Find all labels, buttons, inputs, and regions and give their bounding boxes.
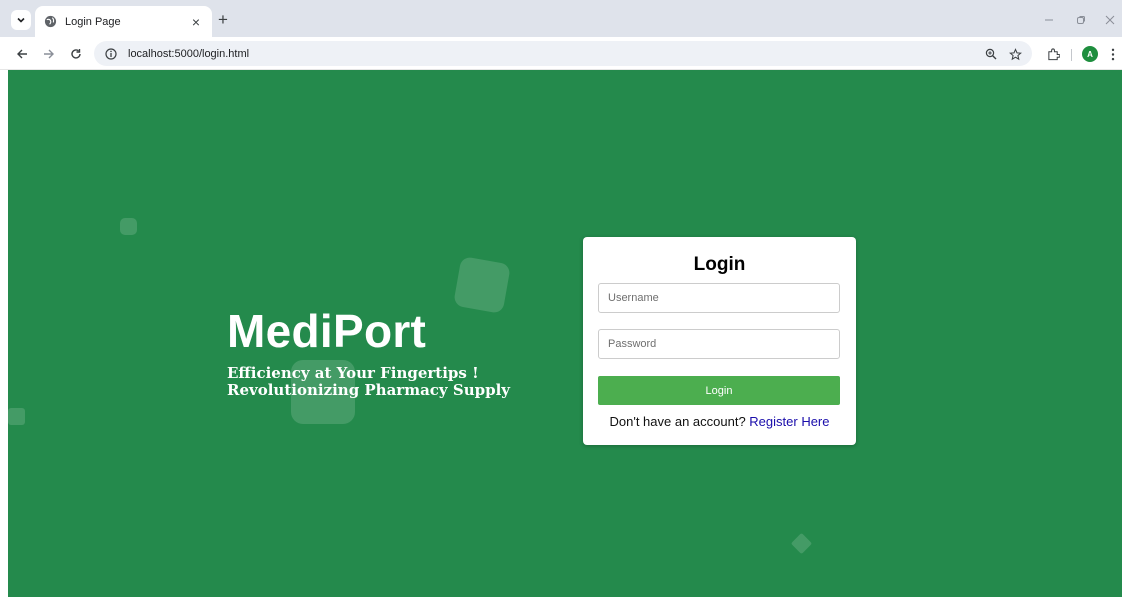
register-prompt: Don't have an account? <box>609 414 750 429</box>
forward-arrow-icon[interactable] <box>39 44 59 64</box>
toolbar-divider <box>1071 49 1072 61</box>
profile-avatar[interactable]: A <box>1082 46 1098 62</box>
login-card: Login Login Don't have an account? Regis… <box>583 237 856 445</box>
back-arrow-icon[interactable] <box>12 44 32 64</box>
username-input[interactable] <box>598 283 840 313</box>
page-viewport: MediPort Efficiency at Your Fingertips !… <box>8 70 1122 597</box>
restore-icon[interactable] <box>1072 11 1090 29</box>
browser-tab[interactable]: Login Page × <box>35 6 212 37</box>
close-window-icon[interactable] <box>1101 11 1119 29</box>
extensions-icon[interactable] <box>1044 45 1062 63</box>
brand-title: MediPort <box>227 305 427 357</box>
chevron-down-icon <box>17 17 25 23</box>
password-input[interactable] <box>598 329 840 359</box>
tagline-line-2: Revolutionizing Pharmacy Supply <box>227 381 511 399</box>
decorative-square <box>790 532 813 555</box>
register-link[interactable]: Register Here <box>749 414 829 429</box>
globe-icon <box>43 15 57 29</box>
menu-dots-icon[interactable] <box>1104 45 1122 63</box>
decorative-square <box>120 218 137 235</box>
hero-section: MediPort Efficiency at Your Fingertips !… <box>227 306 510 399</box>
browser-toolbar: localhost:5000/login.html A <box>0 37 1122 70</box>
tab-title: Login Page <box>65 15 121 28</box>
tab-search-button[interactable] <box>11 10 31 30</box>
url-text: localhost:5000/login.html <box>128 47 250 60</box>
decorative-square <box>8 408 25 425</box>
tagline: Efficiency at Your Fingertips ! Revoluti… <box>227 365 510 399</box>
new-tab-button[interactable]: + <box>214 10 232 29</box>
minimize-icon[interactable] <box>1040 11 1058 29</box>
address-bar[interactable]: localhost:5000/login.html <box>94 41 1032 66</box>
tab-close-icon[interactable]: × <box>188 14 204 30</box>
zoom-icon[interactable] <box>982 45 1000 63</box>
bookmark-star-icon[interactable] <box>1006 45 1024 63</box>
login-button[interactable]: Login <box>598 376 840 405</box>
tagline-line-1: Efficiency at Your Fingertips ! <box>227 364 479 382</box>
register-prompt-row: Don't have an account? Register Here <box>583 414 856 429</box>
site-info-icon[interactable] <box>103 46 119 62</box>
browser-tab-strip: Login Page × + <box>0 0 1122 37</box>
reload-icon[interactable] <box>66 44 86 64</box>
login-title: Login <box>693 254 746 275</box>
